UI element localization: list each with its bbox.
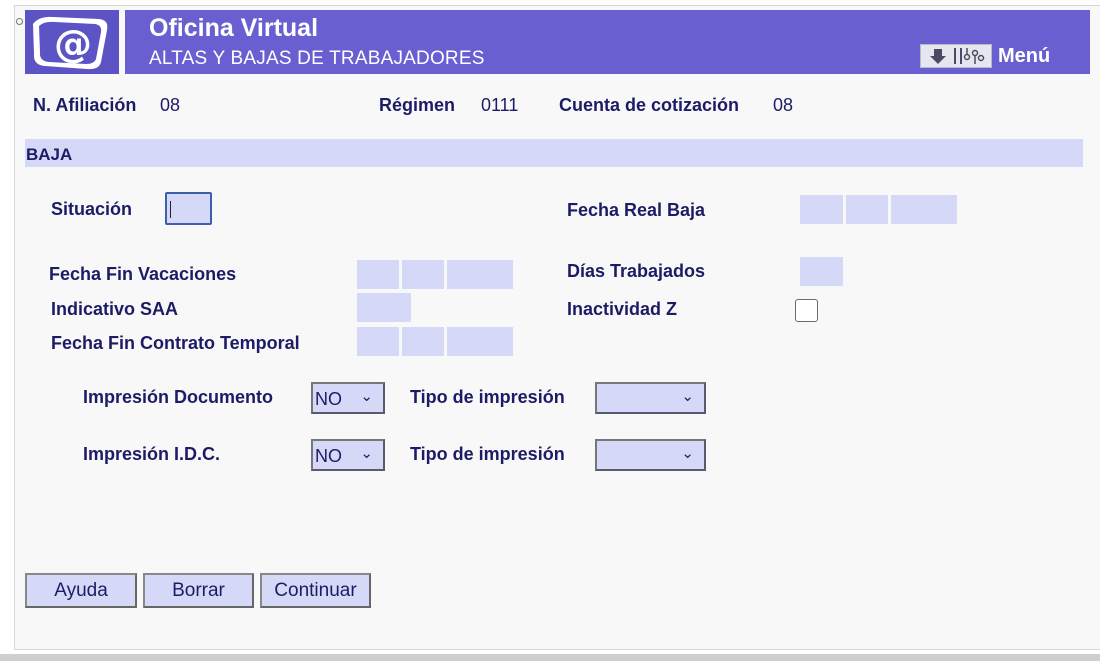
fecha-fin-contrato-day-input[interactable] — [357, 327, 399, 356]
at-sign-logo-icon: @ — [33, 16, 108, 70]
sliders-icon — [954, 48, 985, 64]
impresion-idc-select[interactable]: NO ⌄ — [311, 439, 385, 471]
window-bottom-bar — [0, 654, 1100, 661]
header-banner: Oficina Virtual ALTAS Y BAJAS DE TRABAJA… — [125, 10, 1090, 74]
fecha-real-baja-month-input[interactable] — [846, 195, 888, 224]
select-value: NO — [315, 389, 342, 409]
dias-trabajados-input[interactable] — [800, 257, 843, 286]
chevron-down-icon: ⌄ — [681, 445, 694, 462]
inactividad-z-label: Inactividad Z — [567, 299, 678, 319]
cuenta-value: 08 — [773, 95, 794, 115]
afiliacion-value: 08 — [160, 95, 181, 115]
tipo-impresion-select[interactable]: ⌄ — [595, 382, 706, 414]
inactividad-z-checkbox[interactable] — [795, 299, 818, 322]
regimen-value: 0111 — [481, 95, 519, 115]
fecha-fin-contrato-month-input[interactable] — [402, 327, 444, 356]
tipo-impresion-label: Tipo de impresión — [410, 387, 565, 407]
ayuda-button[interactable]: Ayuda — [25, 573, 137, 608]
impresion-documento-select[interactable]: NO ⌄ — [311, 382, 385, 414]
impresion-documento-label: Impresión Documento — [83, 387, 274, 407]
chevron-down-icon: ⌄ — [681, 388, 694, 405]
section-title: BAJA — [26, 145, 73, 164]
section-header-baja: BAJA — [25, 139, 1083, 167]
oficina-virtual-logo: @ — [25, 10, 119, 74]
fecha-real-baja-year-input[interactable] — [891, 195, 957, 224]
text-caret — [170, 201, 171, 218]
tipo-impresion-idc-select[interactable]: ⌄ — [595, 439, 706, 471]
download-arrow-icon — [930, 49, 946, 64]
tipo-impresion-idc-label: Tipo de impresión — [410, 444, 565, 464]
fecha-fin-contrato-label: Fecha Fin Contrato Temporal — [51, 333, 300, 353]
situacion-input[interactable] — [165, 192, 212, 225]
page-subtitle: ALTAS Y BAJAS DE TRABAJADORES — [149, 48, 485, 69]
fecha-fin-vacaciones-day-input[interactable] — [357, 260, 399, 289]
dot-marker — [16, 18, 23, 25]
impresion-idc-label: Impresión I.D.C. — [83, 444, 221, 464]
fecha-fin-vacaciones-year-input[interactable] — [447, 260, 513, 289]
menu-icon-button[interactable] — [920, 44, 992, 68]
select-value: NO — [315, 446, 342, 466]
chevron-down-icon: ⌄ — [360, 388, 373, 405]
situacion-label: Situación — [51, 199, 133, 219]
app-title: Oficina Virtual — [149, 14, 319, 42]
fecha-real-baja-day-input[interactable] — [800, 195, 843, 224]
fecha-fin-contrato-year-input[interactable] — [447, 327, 513, 356]
cuenta-label: Cuenta de cotización — [559, 95, 740, 115]
indicativo-saa-label: Indicativo SAA — [51, 299, 179, 319]
fecha-real-baja-label: Fecha Real Baja — [567, 200, 706, 220]
continuar-button[interactable]: Continuar — [260, 573, 371, 608]
menu-link[interactable]: Menú — [998, 45, 1050, 68]
fecha-fin-vacaciones-label: Fecha Fin Vacaciones — [49, 264, 237, 284]
indicativo-saa-input[interactable] — [357, 293, 411, 322]
fecha-fin-vacaciones-month-input[interactable] — [402, 260, 444, 289]
chevron-down-icon: ⌄ — [360, 445, 373, 462]
dias-trabajados-label: Días Trabajados — [567, 261, 706, 281]
borrar-button[interactable]: Borrar — [143, 573, 254, 608]
svg-text:@: @ — [54, 22, 92, 66]
afiliacion-label: N. Afiliación — [33, 95, 137, 115]
regimen-label: Régimen — [379, 95, 456, 115]
